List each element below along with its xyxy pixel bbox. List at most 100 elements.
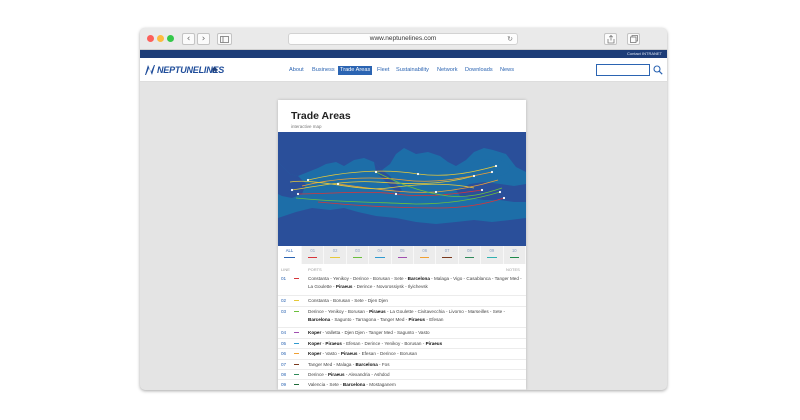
nav-downloads[interactable]: Downloads [465, 66, 493, 75]
route-row[interactable]: 03 Derince - Yenikoy - Borusan - Piraeus … [278, 307, 526, 328]
route-line-code: 01 [281, 276, 287, 281]
port-name: Efesan [429, 316, 444, 322]
port-name: Civitavecchia [417, 309, 445, 314]
route-ports: Valencia - Sete - Barcelona - Mostaganem [308, 382, 396, 387]
nav-business[interactable]: Business [312, 66, 335, 75]
port-name: Efesan [346, 341, 361, 346]
tab-color-bar [509, 257, 519, 258]
nav-fleet[interactable]: Fleet [377, 66, 389, 75]
nav-network[interactable]: Network [437, 66, 458, 75]
route-line-code: 02 [281, 298, 287, 303]
tab-color-bar [442, 257, 452, 258]
port-name: Barcelona [407, 276, 430, 281]
tab-label: 07 [444, 248, 450, 253]
route-color-swatch [294, 364, 299, 365]
contact-link[interactable]: Contact [627, 50, 641, 58]
route-row[interactable]: 06 Koper - Vasto - Piraeus - Efesan - Der… [278, 349, 526, 360]
port-name: Tanger Med [380, 316, 405, 322]
back-button[interactable]: ‹ [182, 33, 195, 45]
port-name: Vigo [453, 276, 463, 281]
route-row[interactable]: 02 Constanta - Borusan - Sete - Djen Djen [278, 296, 526, 307]
intranet-link[interactable]: INTRANET [642, 50, 662, 58]
search-input[interactable] [596, 64, 650, 76]
port-name: Tanger Med [308, 362, 333, 367]
route-ports: Koper - Piraeus - Efesan - Derince - Yen… [308, 341, 443, 346]
nav-about[interactable]: About [289, 66, 304, 75]
tab-line-06[interactable]: 06 [414, 246, 437, 264]
tab-line-08[interactable]: 08 [458, 246, 482, 264]
tab-color-bar [397, 257, 407, 258]
port-name: Tanger Med [494, 276, 519, 281]
tab-line-07[interactable]: 07 [436, 246, 459, 264]
tab-all[interactable]: ALL [278, 246, 302, 264]
tab-color-bar [375, 257, 385, 258]
route-ports: Constanta - Yenikoy - Derince - Borusan … [308, 276, 522, 289]
chevron-left-icon: ‹ [186, 34, 191, 44]
port-name: La Goulette [389, 309, 414, 314]
tab-line-02[interactable]: 02 [324, 246, 347, 264]
tab-line-03[interactable]: 03 [346, 246, 370, 264]
port-name: Constanta [308, 276, 329, 281]
route-line-code: 03 [281, 309, 287, 314]
browser-window: ‹ › www.neptunelines.com ↻ Contact INTRA… [140, 28, 667, 390]
route-row[interactable]: 04 Koper - Valletta - Djen Djen - Tanger … [278, 328, 526, 339]
port-name: Valletta [325, 330, 341, 335]
port-name: Yenikoy [327, 309, 344, 314]
minimize-window-button[interactable] [157, 35, 164, 42]
close-window-button[interactable] [147, 35, 154, 42]
route-row[interactable]: 09 Valencia - Sete - Barcelona - Mostagan… [278, 380, 526, 390]
route-row[interactable]: 08 Derince - Piraeus - Alexandria - Ashdo… [278, 370, 526, 380]
address-bar[interactable]: www.neptunelines.com ↻ [288, 33, 518, 45]
route-row[interactable]: 07 Tanger Med - Malaga - Barcelona - Fos [278, 360, 526, 370]
column-header-notes: NOTES [506, 267, 520, 272]
tab-line-01[interactable]: 01 [302, 246, 325, 264]
port-name: Novorossiysk [376, 283, 404, 289]
port-name: Vasto [418, 330, 430, 335]
tab-line-09[interactable]: 09 [481, 246, 504, 264]
route-color-swatch [294, 374, 299, 375]
route-row[interactable]: 05 Koper - Piraeus - Efesan - Derince - Y… [278, 339, 526, 349]
tab-color-bar [420, 257, 430, 258]
utility-bar: Contact INTRANET [140, 50, 667, 58]
forward-button[interactable]: › [197, 33, 210, 45]
nav-sustainability[interactable]: Sustainability [396, 66, 429, 75]
page-subtitle: interactive map [291, 124, 322, 129]
tab-line-04[interactable]: 04 [369, 246, 392, 264]
nav-news[interactable]: News [500, 66, 514, 75]
reload-icon[interactable]: ↻ [507, 34, 513, 44]
port-name: Piraeus [335, 283, 353, 289]
browser-toolbar: ‹ › www.neptunelines.com ↻ [140, 28, 667, 50]
port-name: La Goulette [308, 283, 332, 289]
route-row[interactable]: 01 Constanta - Yenikoy - Derince - Borusa… [278, 274, 526, 296]
port-name: Borusan [404, 341, 422, 346]
port-name: Barcelona [308, 316, 331, 322]
sidebar-toggle-button[interactable] [217, 33, 232, 45]
port-name: Casablanca [466, 276, 491, 281]
port-name: Barcelona [355, 362, 378, 367]
port-name: Ilyichevsk [407, 283, 428, 289]
route-color-swatch [294, 384, 299, 385]
tab-color-bar [464, 257, 475, 258]
port-name: Derince [308, 309, 324, 314]
home-icon[interactable] [211, 66, 218, 73]
share-button[interactable] [604, 33, 617, 45]
nav-trade-areas[interactable]: Trade Areas [338, 66, 373, 75]
search-icon[interactable] [653, 65, 663, 75]
interactive-map[interactable] [278, 132, 526, 246]
tabs-button[interactable] [627, 33, 640, 45]
port-name: Tarragona [355, 316, 377, 322]
port-name: Efesan [361, 351, 376, 356]
route-color-swatch [294, 343, 299, 344]
tab-line-10[interactable]: 10 [503, 246, 526, 264]
logo-mark-icon [145, 65, 155, 75]
column-header-line: LINE [281, 267, 290, 272]
port-name: Piraeus [369, 309, 386, 314]
maximize-window-button[interactable] [167, 35, 174, 42]
tab-label: 01 [310, 248, 316, 253]
port-name: Malaga [433, 276, 450, 281]
port-name: Djen Djen [367, 298, 388, 303]
tab-line-05[interactable]: 05 [391, 246, 414, 264]
port-name: Sagunto [396, 330, 415, 335]
route-color-swatch [294, 300, 299, 301]
tab-label: 05 [399, 248, 405, 253]
